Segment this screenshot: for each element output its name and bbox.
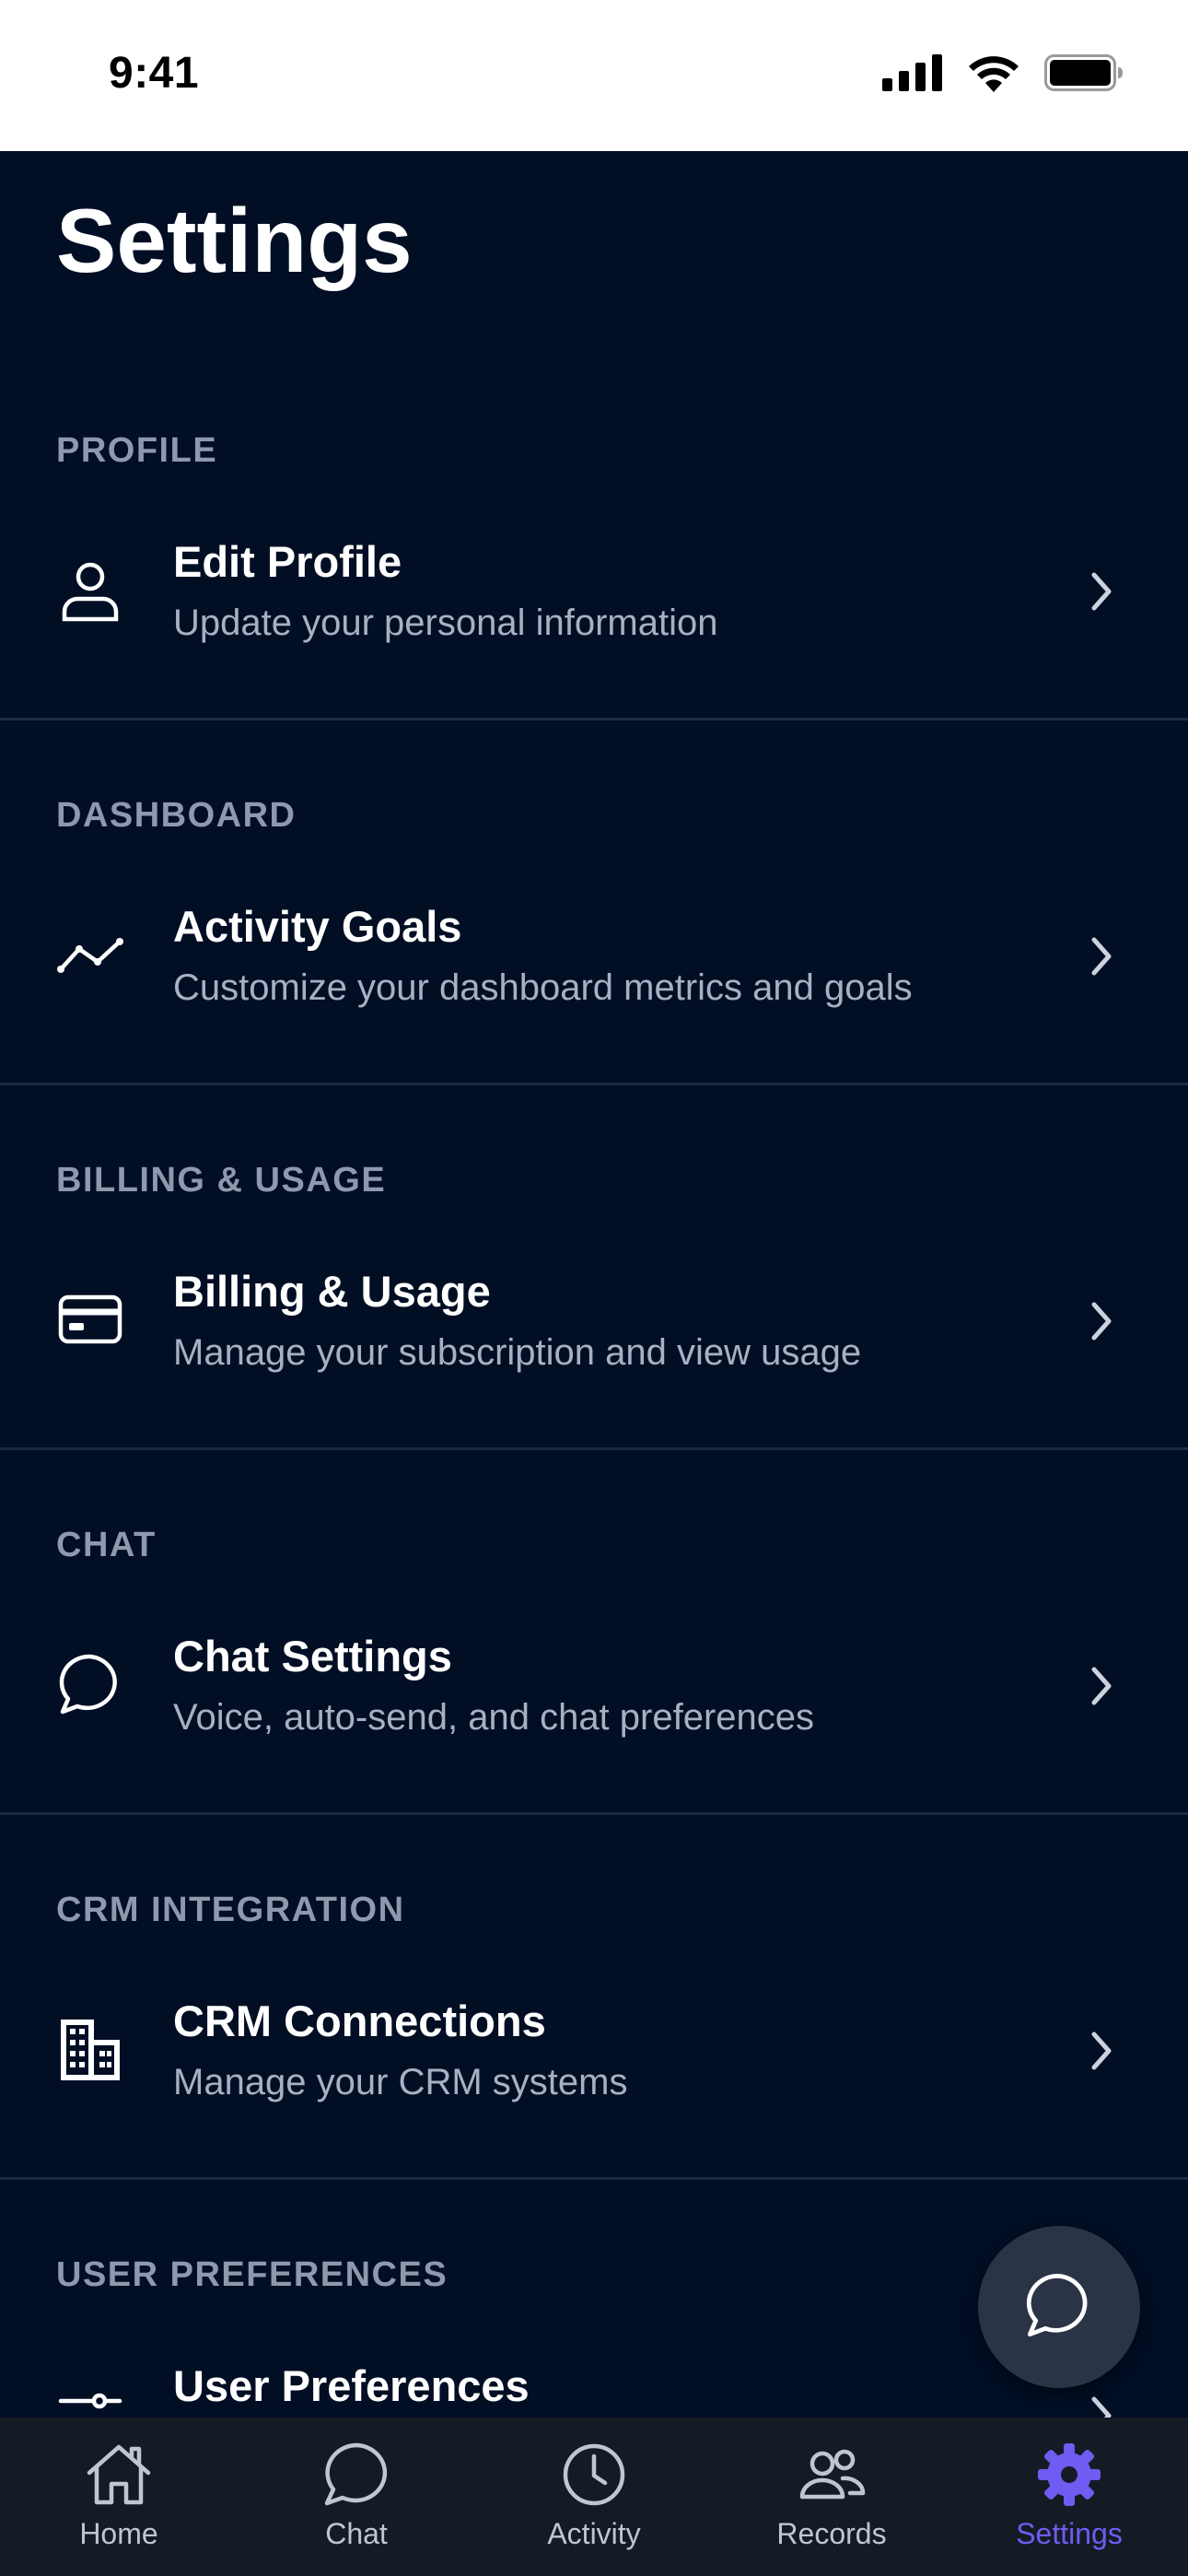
wifi-icon [967,53,1020,97]
section-crm: CRM INTEGRATION CRM Connections Manage y… [0,1815,1188,2180]
row-title: Chat Settings [173,1632,452,1680]
row-title: Activity Goals [173,902,462,951]
row-subtitle: Update your personal information [173,603,718,643]
section-header: BILLING & USAGE [56,1161,387,1200]
chat-bubble-icon [57,1651,123,1717]
tab-label: Records [776,2517,887,2550]
section-chat: CHAT Chat Settings Voice, auto-send, and… [0,1450,1188,1815]
tab-bar: Home Chat Activity Records Settings [0,2418,1188,2576]
user-icon [57,556,123,623]
credit-card-icon [57,1286,123,1352]
section-header: USER PREFERENCES [56,2255,448,2294]
section-billing: BILLING & USAGE Billing & Usage Manage y… [0,1085,1188,1450]
chevron-right-icon [1091,2032,1112,2070]
edit-profile-row[interactable]: Edit Profile Update your personal inform… [0,521,1188,669]
sliders-icon [57,2381,123,2418]
chevron-right-icon [1091,1667,1112,1705]
billing-usage-row[interactable]: Billing & Usage Manage your subscription… [0,1251,1188,1399]
row-subtitle: Manage your subscription and view usage [173,1332,862,1373]
status-icons [882,53,1124,97]
row-subtitle: Customize your dashboard metrics and goa… [173,967,913,1008]
section-profile: PROFILE Edit Profile Update your persona… [0,356,1188,720]
chevron-right-icon [1091,1302,1112,1341]
section-dashboard: DASHBOARD Activity Goals Customize your … [0,720,1188,1085]
clock-icon [559,2440,629,2510]
building-icon [57,2016,123,2082]
section-header: CHAT [56,1526,157,1564]
tab-records[interactable]: Records [713,2418,950,2576]
gear-icon [1034,2440,1104,2510]
chevron-right-icon [1091,937,1112,976]
tab-label: Chat [325,2517,388,2550]
section-header: CRM INTEGRATION [56,1891,405,1929]
home-icon [84,2440,154,2510]
chat-bubble-icon [321,2440,391,2510]
row-subtitle: Manage your CRM systems [173,2062,628,2102]
tab-home[interactable]: Home [0,2418,238,2576]
people-icon [797,2440,867,2510]
crm-connections-row[interactable]: CRM Connections Manage your CRM systems [0,1981,1188,2128]
tab-label: Home [79,2517,158,2550]
chevron-right-icon [1091,2396,1112,2418]
floating-chat-button[interactable] [978,2226,1140,2388]
tab-settings[interactable]: Settings [950,2418,1188,2576]
status-bar: 9:41 [0,0,1188,151]
page-title: Settings [56,190,413,291]
row-title: Edit Profile [173,537,402,586]
trend-line-icon [57,921,123,988]
tab-chat[interactable]: Chat [238,2418,475,2576]
settings-content[interactable]: Settings PROFILE Edit Profile Update you… [0,151,1188,2418]
section-header: PROFILE [56,431,218,470]
row-title: CRM Connections [173,1996,546,2045]
row-subtitle: Voice, auto-send, and chat preferences [173,1697,815,1738]
cellular-signal-icon [882,54,943,96]
chevron-right-icon [1091,572,1112,611]
activity-goals-row[interactable]: Activity Goals Customize your dashboard … [0,886,1188,1034]
row-title: User Preferences [173,2361,530,2410]
tab-label: Activity [547,2517,641,2550]
tab-label: Settings [1016,2517,1123,2550]
tab-activity[interactable]: Activity [475,2418,713,2576]
battery-icon [1044,54,1124,96]
row-title: Billing & Usage [173,1267,491,1316]
chat-bubble-icon [1024,2270,1094,2345]
chat-settings-row[interactable]: Chat Settings Voice, auto-send, and chat… [0,1616,1188,1763]
section-header: DASHBOARD [56,796,297,835]
status-time: 9:41 [109,49,200,98]
